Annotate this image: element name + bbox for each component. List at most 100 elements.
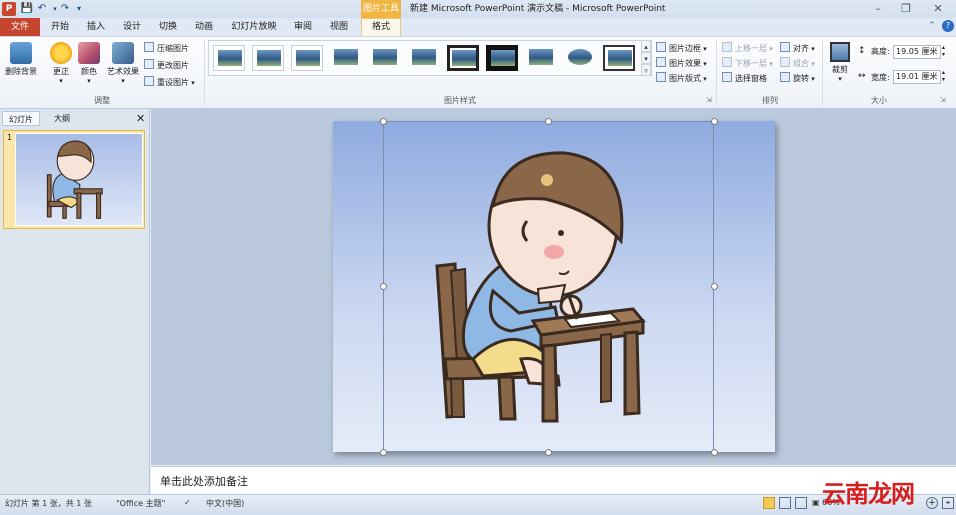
height-spinner-icon[interactable]: ▴ ▾ <box>942 44 945 58</box>
resize-handle-top[interactable] <box>545 118 552 125</box>
fit-slide-icon[interactable]: ⌖ <box>942 497 954 509</box>
reset-picture-button[interactable]: 重设图片 ▾ <box>144 75 195 90</box>
artistic-effects-label: 艺术效果 <box>107 67 139 76</box>
selection-pane-button[interactable]: 选择窗格 <box>722 71 767 86</box>
picture-style-11[interactable] <box>603 45 635 71</box>
height-input[interactable]: 19.05 厘米 <box>893 45 941 59</box>
resize-handle-top-right[interactable] <box>711 118 718 125</box>
height-label: 高度: <box>871 47 890 56</box>
dialog-launcher-icon[interactable]: ⇲ <box>706 96 712 104</box>
selection-pane-label: 选择窗格 <box>735 74 767 83</box>
save-icon[interactable]: 💾 <box>20 2 34 16</box>
picture-selection-frame[interactable] <box>383 121 714 452</box>
language-indicator[interactable]: 中文(中国) <box>206 498 244 509</box>
close-button[interactable]: ✕ <box>924 0 952 18</box>
picture-style-5[interactable] <box>369 45 401 71</box>
bring-forward-button[interactable]: 上移一层 ▾ <box>722 41 773 56</box>
normal-view-icon[interactable] <box>763 497 775 509</box>
slide-sorter-view-icon[interactable] <box>779 497 791 509</box>
picture-border-icon <box>656 42 666 52</box>
width-input[interactable]: 19.01 厘米 <box>893 70 941 84</box>
crop-label: 裁剪 <box>832 65 848 74</box>
picture-style-8[interactable] <box>486 45 518 71</box>
resize-handle-bottom-left[interactable] <box>380 449 387 456</box>
minimize-button[interactable]: – <box>864 0 892 18</box>
resize-handle-bottom-right[interactable] <box>711 449 718 456</box>
change-picture-button[interactable]: 更改图片 <box>144 58 189 73</box>
picture-style-3[interactable] <box>291 45 323 71</box>
tab-format[interactable]: 格式 <box>361 18 401 36</box>
remove-background-icon <box>10 42 32 64</box>
restore-button[interactable]: ❐ <box>892 0 920 18</box>
picture-style-7[interactable] <box>447 45 479 71</box>
group-divider <box>716 40 717 106</box>
align-button[interactable]: 对齐 ▾ <box>780 41 815 56</box>
picture-effects-button[interactable]: 图片效果 ▾ <box>656 56 707 71</box>
slideshow-view-icon[interactable]: ▣ <box>812 498 820 507</box>
artistic-effects-icon <box>112 42 134 64</box>
remove-background-button[interactable]: 删除背景 <box>2 40 40 92</box>
picture-layout-button[interactable]: 图片版式 ▾ <box>656 71 707 86</box>
resize-handle-right[interactable] <box>711 283 718 290</box>
customize-toolbar-icon[interactable]: ▾ <box>72 2 86 16</box>
picture-style-2[interactable] <box>252 45 284 71</box>
picture-effects-label: 图片效果 <box>669 59 701 68</box>
theme-name[interactable]: "Office 主题" <box>116 498 165 509</box>
collapse-ribbon-icon[interactable]: ⌃ <box>928 21 936 31</box>
close-panel-icon[interactable]: ✕ <box>136 111 145 126</box>
picture-style-4[interactable] <box>330 45 362 71</box>
redo-icon[interactable]: ↷ <box>58 2 72 16</box>
bring-forward-icon <box>722 42 732 52</box>
thumbnail-illustration <box>46 140 103 219</box>
zoom-in-icon[interactable]: + <box>926 497 938 509</box>
resize-handle-left[interactable] <box>380 283 387 290</box>
tab-animations[interactable]: 动画 <box>188 18 220 36</box>
artistic-dropdown-icon: ▾ <box>121 77 125 85</box>
slide-counter: 幻灯片 第 1 张，共 1 张 <box>5 499 92 508</box>
gallery-more-icon[interactable]: ▿ <box>641 64 651 76</box>
spellcheck-icon[interactable]: ✓ <box>184 498 191 507</box>
tab-home[interactable]: 开始 <box>44 18 76 36</box>
send-backward-label: 下移一层 <box>735 59 767 68</box>
picture-border-button[interactable]: 图片边框 ▾ <box>656 41 707 56</box>
bring-forward-label: 上移一层 <box>735 44 767 53</box>
compress-pictures-button[interactable]: 压缩图片 <box>144 41 189 56</box>
size-dialog-launcher-icon[interactable]: ⇲ <box>940 96 946 104</box>
crop-button[interactable]: 裁剪 ▾ <box>825 40 855 92</box>
gallery-scroll-up-icon[interactable]: ▴ <box>641 40 651 52</box>
tab-transitions[interactable]: 切换 <box>152 18 184 36</box>
tab-view[interactable]: 视图 <box>324 18 354 36</box>
resize-handle-top-left[interactable] <box>380 118 387 125</box>
reading-view-icon[interactable] <box>795 497 807 509</box>
picture-style-1[interactable] <box>213 45 245 71</box>
width-spinner-icon[interactable]: ▴ ▾ <box>942 69 945 83</box>
powerpoint-app-icon[interactable]: P <box>2 2 16 16</box>
send-backward-button[interactable]: 下移一层 ▾ <box>722 56 773 71</box>
tab-slideshow[interactable]: 幻灯片放映 <box>226 18 282 36</box>
width-icon: ↔ <box>858 71 866 81</box>
tab-outline[interactable]: 大纲 <box>42 111 82 126</box>
group-button[interactable]: 组合 ▾ <box>780 56 815 71</box>
tab-slides[interactable]: 幻灯片 <box>2 111 40 126</box>
crop-icon <box>830 42 850 62</box>
undo-icon[interactable]: ↶ <box>35 2 49 16</box>
rotate-label: 旋转 <box>793 74 809 83</box>
group-icon <box>780 57 790 67</box>
color-label: 颜色 <box>81 67 97 76</box>
tab-review[interactable]: 审阅 <box>288 18 318 36</box>
color-button[interactable]: 颜色 ▾ <box>72 40 106 92</box>
picture-style-10[interactable] <box>564 45 596 71</box>
resize-handle-bottom[interactable] <box>545 449 552 456</box>
picture-style-6[interactable] <box>408 45 440 71</box>
notes-placeholder[interactable]: 单击此处添加备注 <box>160 473 248 489</box>
artistic-effects-button[interactable]: 艺术效果 ▾ <box>104 40 142 92</box>
tab-design[interactable]: 设计 <box>116 18 148 36</box>
tab-insert[interactable]: 插入 <box>80 18 112 36</box>
align-icon <box>780 42 790 52</box>
help-icon[interactable]: ? <box>942 20 954 32</box>
gallery-scroll-down-icon[interactable]: ▾ <box>641 52 651 64</box>
slide-thumbnail-image[interactable] <box>15 133 143 226</box>
rotate-button[interactable]: 旋转 ▾ <box>780 71 815 86</box>
picture-style-9[interactable] <box>525 45 557 71</box>
tab-file[interactable]: 文件 <box>0 18 40 36</box>
